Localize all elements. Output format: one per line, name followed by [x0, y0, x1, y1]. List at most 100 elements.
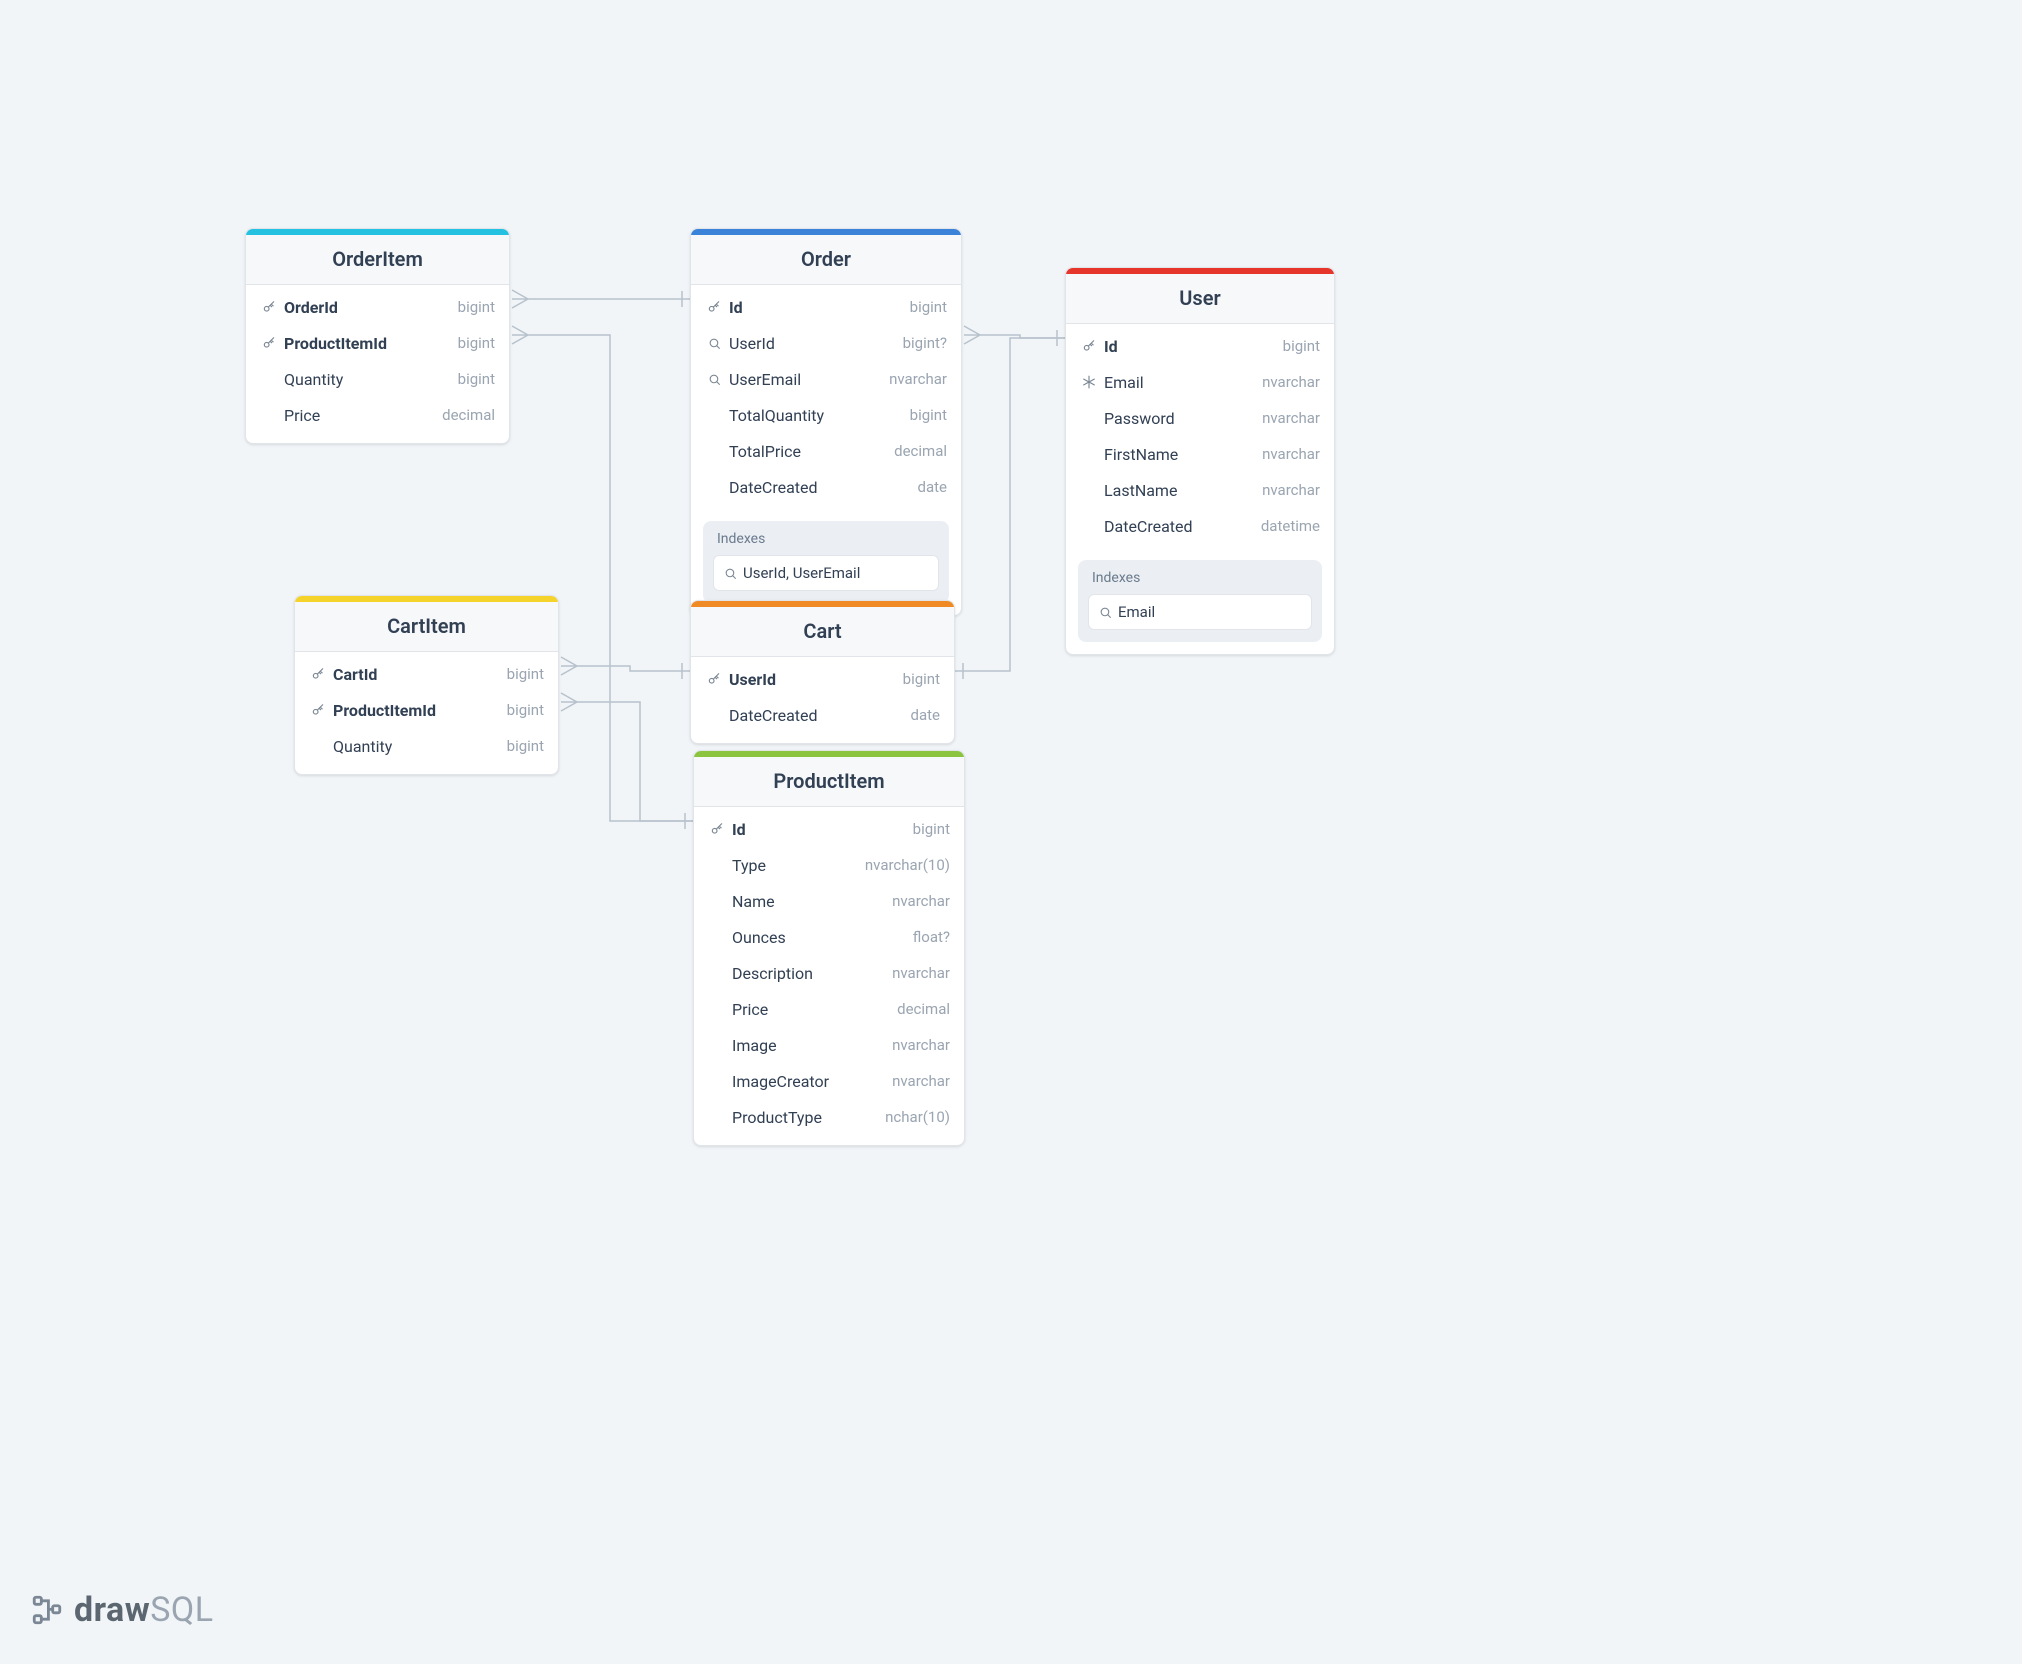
index-item[interactable]: UserId, UserEmail — [713, 555, 939, 591]
index-columns: UserId, UserEmail — [743, 564, 860, 582]
field-row[interactable]: LastNamenvarchar — [1066, 472, 1334, 508]
field-row[interactable]: UserIdbigint — [691, 661, 954, 697]
field-name: TotalQuantity — [729, 406, 910, 425]
field-row[interactable]: Descriptionnvarchar — [694, 955, 964, 991]
field-name: ProductType — [732, 1108, 885, 1127]
field-name: Name — [732, 892, 892, 911]
indexes-label: Indexes — [713, 531, 939, 547]
field-row[interactable]: Quantitybigint — [295, 728, 558, 764]
field-row[interactable]: OrderIdbigint — [246, 289, 509, 325]
table-title: ProductItem — [694, 757, 964, 807]
field-row[interactable]: Imagenvarchar — [694, 1027, 964, 1063]
field-row[interactable]: ProductItemIdbigint — [246, 325, 509, 361]
field-name: ProductItemId — [333, 701, 507, 720]
field-row[interactable]: ProductItemIdbigint — [295, 692, 558, 728]
table-title: Cart — [691, 607, 954, 657]
table-orderitem[interactable]: OrderItemOrderIdbigintProductItemIdbigin… — [245, 228, 510, 444]
field-type: bigint — [458, 370, 495, 388]
index-icon — [705, 337, 723, 350]
table-cart[interactable]: CartUserIdbigintDateCreateddate — [690, 600, 955, 744]
field-row[interactable]: Passwordnvarchar — [1066, 400, 1334, 436]
field-type: nvarchar — [1262, 445, 1320, 463]
field-row[interactable]: FirstNamenvarchar — [1066, 436, 1334, 472]
field-row[interactable]: Ouncesfloat? — [694, 919, 964, 955]
field-row[interactable]: Pricedecimal — [246, 397, 509, 433]
rel-order-user — [964, 326, 1065, 346]
field-name: Password — [1104, 409, 1262, 428]
field-row[interactable]: CartIdbigint — [295, 656, 558, 692]
field-type: bigint — [507, 737, 544, 755]
field-name: UserId — [729, 334, 903, 353]
key-icon — [260, 300, 278, 314]
table-order[interactable]: OrderIdbigintUserIdbigint?UserEmailnvarc… — [690, 228, 962, 616]
index-icon — [724, 567, 737, 580]
field-row[interactable]: Quantitybigint — [246, 361, 509, 397]
index-icon — [1099, 606, 1112, 619]
field-name: UserId — [729, 670, 903, 689]
field-name: Type — [732, 856, 865, 875]
field-row[interactable]: Namenvarchar — [694, 883, 964, 919]
field-name: Id — [1104, 337, 1283, 356]
field-row[interactable]: Idbigint — [691, 289, 961, 325]
field-row[interactable]: Typenvarchar(10) — [694, 847, 964, 883]
field-type: date — [911, 706, 940, 724]
table-title: Order — [691, 235, 961, 285]
field-row[interactable]: Emailnvarchar — [1066, 364, 1334, 400]
table-cartitem[interactable]: CartItemCartIdbigintProductItemIdbigintQ… — [294, 595, 559, 775]
field-name: Id — [729, 298, 910, 317]
field-type: nvarchar — [892, 1072, 950, 1090]
field-name: DateCreated — [729, 478, 918, 497]
rel-orderitem-order — [512, 290, 690, 308]
indexes-section: IndexesEmail — [1078, 560, 1322, 642]
table-title: OrderItem — [246, 235, 509, 285]
field-name: FirstName — [1104, 445, 1262, 464]
indexes-section: Indexes UserId, UserEmail — [703, 521, 949, 603]
field-type: bigint — [1283, 337, 1320, 355]
field-type: date — [918, 478, 947, 496]
field-type: bigint — [913, 820, 950, 838]
field-type: bigint — [903, 670, 940, 688]
brand-logo: drawSQL — [30, 1590, 214, 1630]
field-name: OrderId — [284, 298, 458, 317]
field-name: CartId — [333, 665, 507, 684]
field-row[interactable]: DateCreateddate — [691, 697, 954, 733]
field-type: bigint — [458, 334, 495, 352]
field-row[interactable]: ProductTypenchar(10) — [694, 1099, 964, 1135]
field-type: nvarchar — [892, 964, 950, 982]
field-type: nvarchar — [1262, 373, 1320, 391]
table-productitem[interactable]: ProductItemIdbigintTypenvarchar(10)Namen… — [693, 750, 965, 1146]
field-name: DateCreated — [729, 706, 911, 725]
field-row[interactable]: UserEmailnvarchar — [691, 361, 961, 397]
field-row[interactable]: Idbigint — [1066, 328, 1334, 364]
field-row[interactable]: TotalQuantitybigint — [691, 397, 961, 433]
field-row[interactable]: UserIdbigint? — [691, 325, 961, 361]
table-user[interactable]: UserIdbigintEmailnvarcharPasswordnvarcha… — [1065, 267, 1335, 655]
table-title: User — [1066, 274, 1334, 324]
field-type: bigint — [910, 298, 947, 316]
field-row[interactable]: DateCreateddate — [691, 469, 961, 505]
index-item[interactable]: Email — [1088, 594, 1312, 630]
field-row[interactable]: Idbigint — [694, 811, 964, 847]
field-row[interactable]: DateCreateddatetime — [1066, 508, 1334, 544]
field-type: nchar(10) — [885, 1108, 950, 1126]
field-name: Description — [732, 964, 892, 983]
snow-icon — [1080, 375, 1098, 389]
erd-canvas[interactable]: OrderItemOrderIdbigintProductItemIdbigin… — [0, 0, 2022, 1664]
key-icon — [309, 667, 327, 681]
field-name: Price — [284, 406, 442, 425]
field-name: Quantity — [333, 737, 507, 756]
index-icon — [705, 373, 723, 386]
field-type: nvarchar — [1262, 481, 1320, 499]
field-name: Ounces — [732, 928, 913, 947]
field-name: ImageCreator — [732, 1072, 892, 1091]
field-row[interactable]: TotalPricedecimal — [691, 433, 961, 469]
key-icon — [309, 703, 327, 717]
field-name: DateCreated — [1104, 517, 1261, 536]
brand-icon — [30, 1593, 64, 1627]
field-type: nvarchar — [892, 1036, 950, 1054]
field-type: bigint — [458, 298, 495, 316]
field-row[interactable]: ImageCreatornvarchar — [694, 1063, 964, 1099]
field-name: Image — [732, 1036, 892, 1055]
field-row[interactable]: Pricedecimal — [694, 991, 964, 1027]
field-name: TotalPrice — [729, 442, 894, 461]
